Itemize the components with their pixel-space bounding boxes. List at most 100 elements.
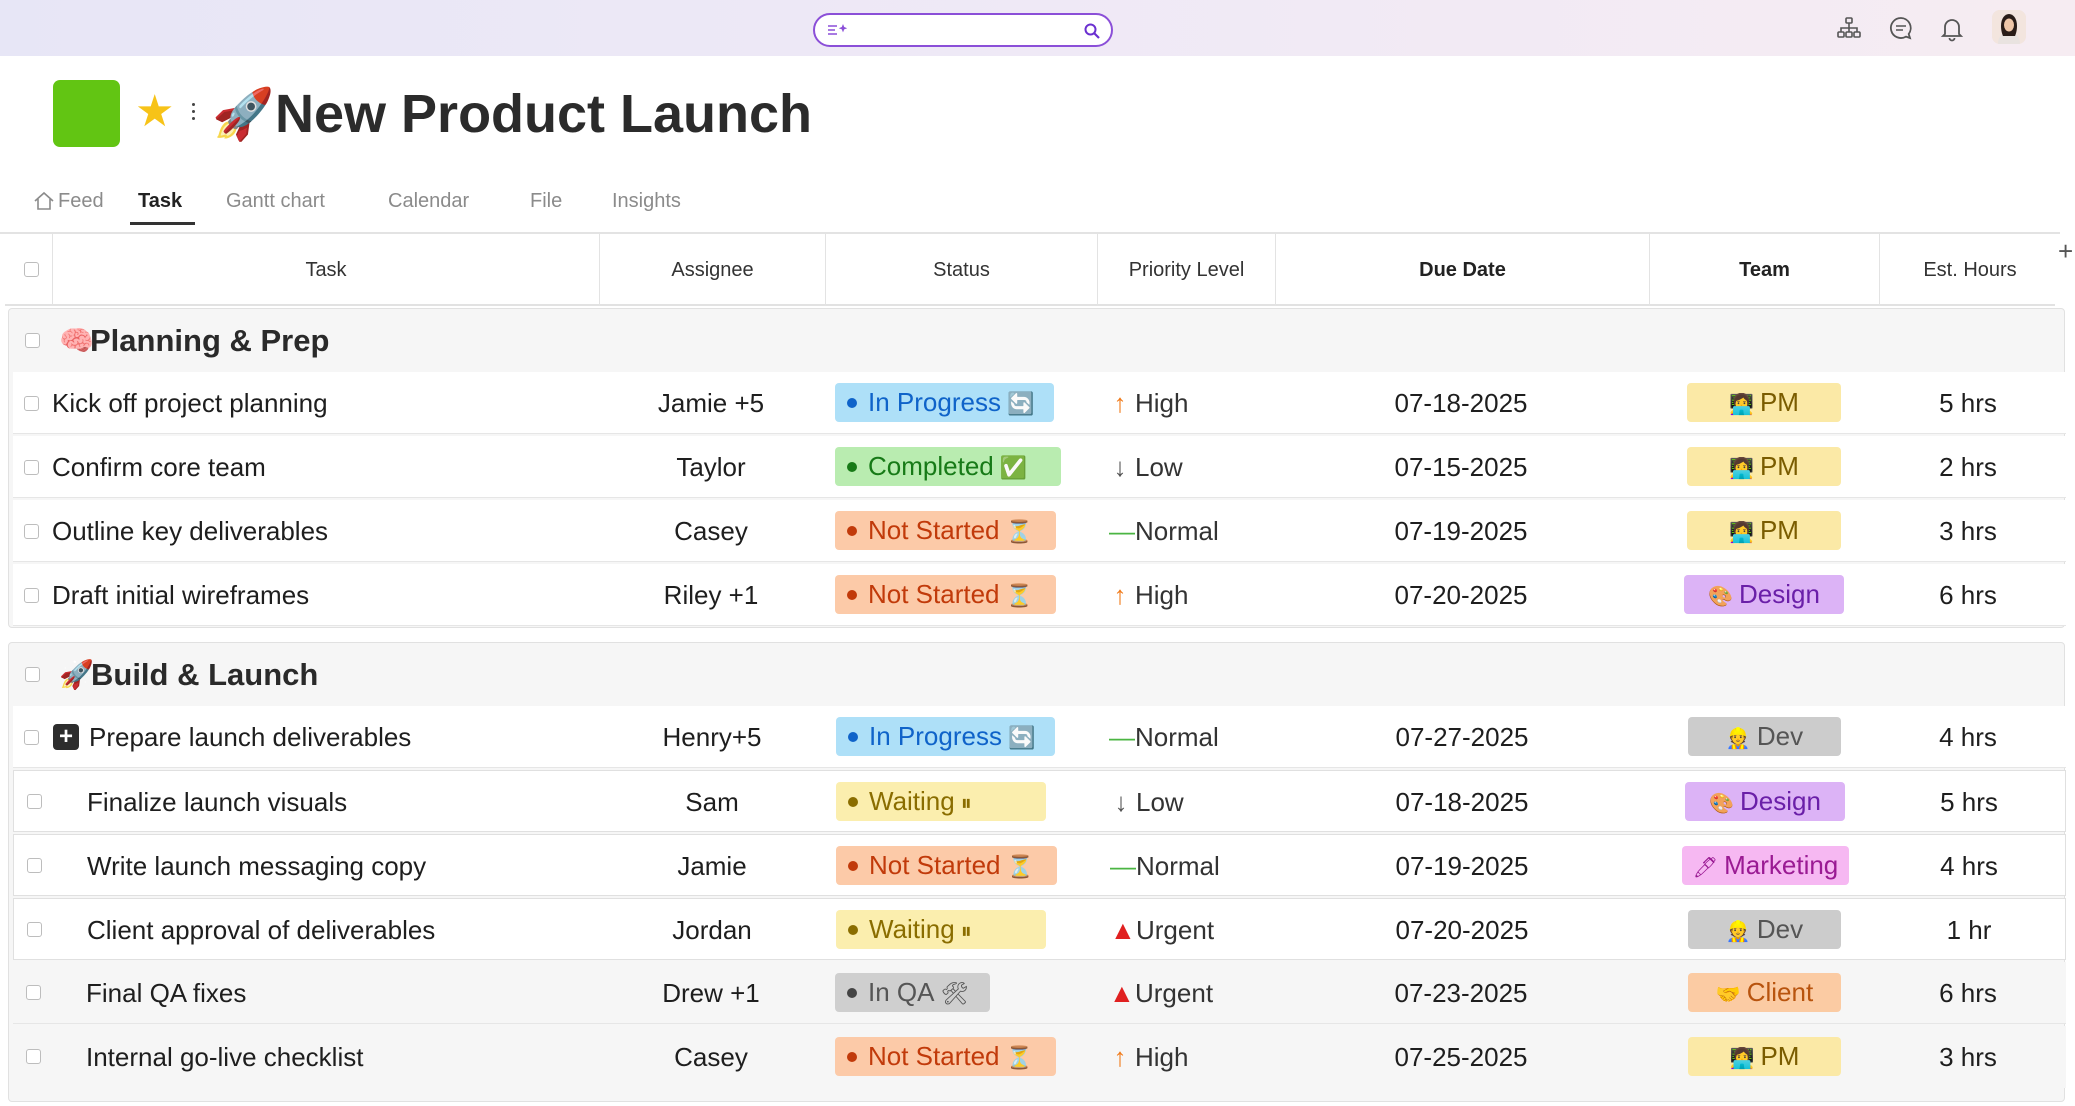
tab-task[interactable]: Task (138, 186, 182, 216)
header-team[interactable]: Team (1650, 234, 1880, 306)
priority[interactable]: ↑ High (1109, 1026, 1189, 1088)
header-est-hours[interactable]: Est. Hours (1880, 234, 2060, 306)
team-badge[interactable]: 👩‍💻 PM (1687, 511, 1841, 550)
due-date[interactable]: 07-19-2025 (1275, 835, 1649, 897)
team-badge[interactable]: 🤝 Client (1688, 973, 1841, 1012)
priority[interactable]: ↑ High (1109, 372, 1189, 434)
status-badge[interactable]: Not Started ⏳ (836, 846, 1057, 885)
project-color-swatch[interactable] (53, 80, 120, 147)
est-hours[interactable]: 5 hrs (1878, 372, 2058, 434)
priority[interactable]: ↓ Low (1110, 771, 1184, 833)
due-date[interactable]: 07-18-2025 (1274, 372, 1648, 434)
est-hours[interactable]: 4 hrs (1879, 835, 2059, 897)
table-row[interactable]: Confirm core team Taylor Completed ✅ ↓ Low… (13, 436, 2066, 498)
est-hours[interactable]: 1 hr (1879, 899, 2059, 961)
row-checkbox[interactable] (24, 460, 39, 475)
header-task[interactable]: Task (53, 234, 600, 306)
header-priority-level[interactable]: Priority Level (1098, 234, 1276, 306)
group-checkbox[interactable] (25, 333, 40, 348)
est-hours[interactable]: 2 hrs (1878, 436, 2058, 498)
team-badge[interactable]: 👷 Dev (1688, 910, 1841, 949)
due-date[interactable]: 07-18-2025 (1275, 771, 1649, 833)
tab-gantt-chart[interactable]: Gantt chart (226, 186, 325, 216)
assignee[interactable]: Taylor (598, 436, 824, 498)
est-hours[interactable]: 4 hrs (1878, 706, 2058, 768)
priority[interactable]: —Normal (1109, 706, 1219, 768)
due-date[interactable]: 07-27-2025 (1275, 706, 1649, 768)
team-badge[interactable]: 👩‍💻 PM (1687, 447, 1841, 486)
task-name[interactable]: Write launch messaging copy (87, 835, 426, 897)
assignee[interactable]: Jamie +5 (598, 372, 824, 434)
est-hours[interactable]: 6 hrs (1878, 962, 2058, 1024)
team-badge[interactable]: 🖊 Marketing (1682, 846, 1849, 885)
row-checkbox[interactable] (24, 730, 39, 745)
task-name[interactable]: Finalize launch visuals (87, 771, 347, 833)
table-row[interactable]: + Prepare launch deliverables Henry+5 In… (13, 706, 2066, 768)
row-checkbox[interactable] (24, 588, 39, 603)
team-badge[interactable]: 👩‍💻 PM (1687, 383, 1841, 422)
group-title[interactable]: Build & Launch (91, 655, 318, 695)
priority[interactable]: —Normal (1109, 500, 1219, 562)
assignee[interactable]: Casey (598, 1026, 824, 1088)
assignee[interactable]: Jamie (599, 835, 825, 897)
tab-file[interactable]: File (530, 186, 562, 216)
due-date[interactable]: 07-20-2025 (1275, 899, 1649, 961)
team-badge[interactable]: 🎨 Design (1684, 575, 1844, 614)
subtask-row[interactable]: Write launch messaging copy Jamie Not St… (13, 834, 2066, 896)
status-badge[interactable]: Not Started ⏳ (835, 575, 1056, 614)
chat-icon[interactable] (1887, 14, 1915, 42)
header-due-date[interactable]: Due Date (1276, 234, 1650, 306)
task-name[interactable]: Prepare launch deliverables (89, 706, 411, 768)
assignee[interactable]: Casey (598, 500, 824, 562)
header-assignee[interactable]: Assignee (600, 234, 826, 306)
assignee[interactable]: Sam (599, 771, 825, 833)
status-badge[interactable]: Not Started ⏳ (835, 511, 1056, 550)
status-badge[interactable]: Completed ✅ (835, 447, 1061, 486)
est-hours[interactable]: 6 hrs (1878, 564, 2058, 626)
status-badge[interactable]: Waiting ⏸ (836, 782, 1046, 821)
team-badge[interactable]: 🎨 Design (1685, 782, 1845, 821)
subtask-row[interactable]: Final QA fixes Drew +1 In QA 🛠 ▲Urgent 07… (13, 962, 2066, 1024)
tab-insights[interactable]: Insights (612, 186, 681, 216)
status-badge[interactable]: Waiting ⏸ (836, 910, 1046, 949)
search-input[interactable] (813, 13, 1113, 47)
group-checkbox[interactable] (25, 667, 40, 682)
status-badge[interactable]: In Progress 🔄 (835, 383, 1054, 422)
task-name[interactable]: Kick off project planning (52, 372, 328, 434)
org-chart-icon[interactable] (1835, 14, 1863, 42)
subtask-row[interactable]: Internal go-live checklist Casey Not Sta… (13, 1026, 2066, 1088)
task-name[interactable]: Internal go-live checklist (86, 1026, 363, 1088)
expand-subtasks-button[interactable]: + (53, 724, 79, 750)
priority[interactable]: ↑ High (1109, 564, 1189, 626)
status-badge[interactable]: Not Started ⏳ (835, 1037, 1056, 1076)
avatar[interactable] (1992, 10, 2026, 44)
more-options-icon[interactable] (191, 103, 197, 123)
est-hours[interactable]: 3 hrs (1878, 1026, 2058, 1088)
task-name[interactable]: Outline key deliverables (52, 500, 328, 562)
task-name[interactable]: Confirm core team (52, 436, 266, 498)
tab-feed[interactable]: Feed (58, 186, 104, 216)
est-hours[interactable]: 3 hrs (1878, 500, 2058, 562)
row-checkbox[interactable] (24, 524, 39, 539)
add-column-button[interactable]: + (2058, 238, 2073, 264)
search-icon[interactable] (1083, 22, 1101, 40)
status-badge[interactable]: In QA 🛠 (835, 973, 990, 1012)
subtask-row[interactable]: Finalize launch visuals Sam Waiting ⏸ ↓ Lo… (13, 770, 2066, 832)
task-name[interactable]: Final QA fixes (86, 962, 246, 1024)
priority[interactable]: ↓ Low (1109, 436, 1183, 498)
assignee[interactable]: Henry+5 (599, 706, 825, 768)
row-checkbox[interactable] (24, 396, 39, 411)
task-name[interactable]: Draft initial wireframes (52, 564, 309, 626)
row-checkbox[interactable] (27, 858, 42, 873)
est-hours[interactable]: 5 hrs (1879, 771, 2059, 833)
header-status[interactable]: Status (826, 234, 1098, 306)
row-checkbox[interactable] (26, 985, 41, 1000)
status-badge[interactable]: In Progress 🔄 (836, 717, 1055, 756)
subtask-row[interactable]: Client approval of deliverables Jordan W… (13, 898, 2066, 960)
table-row[interactable]: Kick off project planning Jamie +5 In Pr… (13, 372, 2066, 434)
table-row[interactable]: Draft initial wireframes Riley +1 Not St… (13, 564, 2066, 626)
select-all-checkbox[interactable] (24, 262, 39, 277)
due-date[interactable]: 07-25-2025 (1274, 1026, 1648, 1088)
row-checkbox[interactable] (26, 1049, 41, 1064)
priority[interactable]: ▲Urgent (1110, 899, 1214, 961)
